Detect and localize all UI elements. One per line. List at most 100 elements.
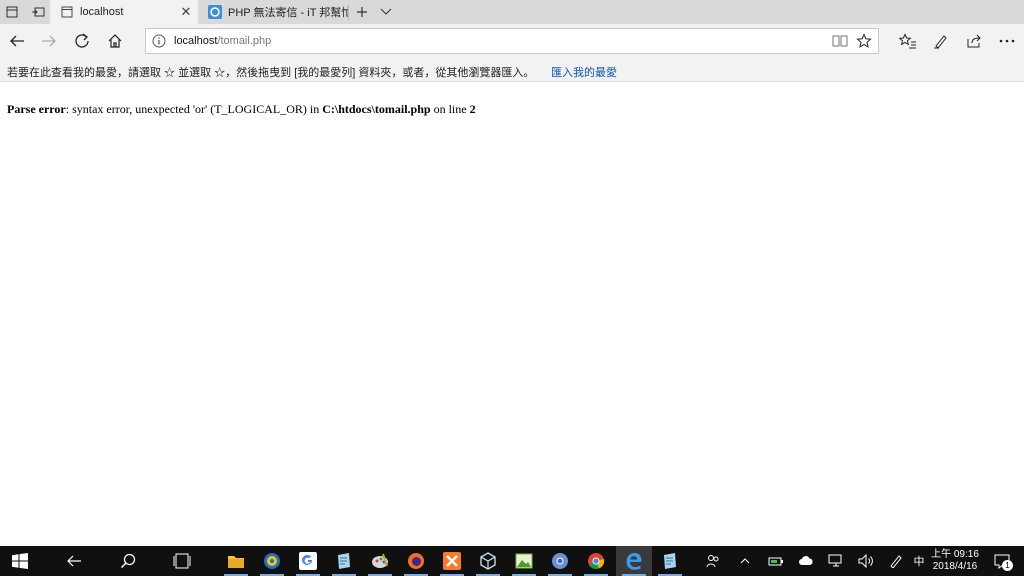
chrome-icon xyxy=(588,553,605,569)
cube-icon xyxy=(480,552,496,570)
address-url[interactable]: localhost/tomail.php xyxy=(174,35,271,47)
media-player-icon xyxy=(264,553,280,569)
action-center-button[interactable]: 1 xyxy=(990,546,1014,576)
chevron-up-icon xyxy=(740,558,750,564)
tabs-aside-icon xyxy=(6,6,18,18)
taskbar-xampp[interactable] xyxy=(434,546,470,576)
show-tabs-aside-button[interactable] xyxy=(26,0,50,24)
web-notes-button[interactable] xyxy=(924,24,958,58)
task-view-icon xyxy=(173,553,191,569)
taskbar-chrome[interactable] xyxy=(578,546,614,576)
favorites-bar: 若要在此查看我的最愛，請選取 ☆ 並選取 ☆，然後拖曳到 [我的最愛列] 資料夾… xyxy=(0,58,1024,82)
network-icon xyxy=(828,554,842,567)
taskbar-virtualbox[interactable] xyxy=(470,546,506,576)
task-view-button[interactable] xyxy=(164,546,200,576)
pen-icon xyxy=(890,555,902,568)
error-line-text: on line xyxy=(430,102,470,116)
cloud-icon xyxy=(799,556,813,565)
tab-ithome[interactable]: PHP 無法寄信 - iT 邦幫忙:: xyxy=(198,0,348,24)
clock-date: 2018/4/16 xyxy=(932,561,978,572)
volume-tray-icon[interactable] xyxy=(855,546,877,576)
page-icon xyxy=(60,5,74,19)
start-button[interactable] xyxy=(2,546,38,576)
favorites-list-icon xyxy=(899,33,916,49)
new-tab-button[interactable] xyxy=(350,0,374,24)
share-button[interactable] xyxy=(957,24,991,58)
tab-close-icon[interactable]: ✕ xyxy=(174,0,198,24)
folder-icon xyxy=(228,556,244,568)
reading-view-icon xyxy=(832,35,848,47)
star-icon xyxy=(856,33,872,48)
home-icon xyxy=(108,34,122,48)
navigation-bar: localhost/tomail.php xyxy=(0,24,1024,58)
chrome-icon xyxy=(552,553,568,569)
forward-button[interactable] xyxy=(32,24,66,58)
tab-title: PHP 無法寄信 - iT 邦幫忙:: xyxy=(228,7,348,19)
taskbar-file-explorer[interactable] xyxy=(218,546,254,576)
tab-localhost[interactable]: localhost ✕ xyxy=(50,0,198,24)
firefox-icon xyxy=(408,553,424,569)
taskbar-image-viewer[interactable] xyxy=(506,546,542,576)
speaker-icon xyxy=(858,554,873,568)
error-line-number: 2 xyxy=(469,102,476,116)
clock[interactable]: 上午 09:16 2018/4/16 xyxy=(926,549,984,573)
pen-icon xyxy=(934,35,947,49)
onedrive-tray-icon[interactable] xyxy=(795,546,817,576)
network-tray-icon[interactable] xyxy=(825,546,847,576)
tab-title: localhost xyxy=(80,6,124,18)
photo-icon xyxy=(515,553,533,569)
windows-logo-icon xyxy=(12,553,28,569)
notepad-icon xyxy=(664,553,676,569)
address-bar[interactable]: localhost/tomail.php xyxy=(145,28,879,54)
tab-preview-toggle[interactable] xyxy=(374,0,398,24)
refresh-icon xyxy=(75,33,89,48)
error-text: : syntax error, unexpected 'or' (T_LOGIC… xyxy=(65,102,323,116)
arrow-right-icon xyxy=(42,35,56,47)
paint-palette-icon xyxy=(372,553,388,568)
clock-time: 上午 09:16 xyxy=(931,549,979,560)
chevron-down-icon xyxy=(380,8,392,15)
battery-tray-icon[interactable] xyxy=(765,546,787,576)
battery-icon xyxy=(768,557,783,566)
back-button[interactable] xyxy=(0,24,34,58)
favorites-hub-button[interactable] xyxy=(891,24,925,58)
php-error-message: Parse error: syntax error, unexpected 'o… xyxy=(7,102,476,117)
taskbar-paint-app[interactable] xyxy=(362,546,398,576)
add-favorite-button[interactable] xyxy=(850,29,878,53)
xampp-icon xyxy=(443,552,461,570)
ellipsis-icon xyxy=(999,39,1015,43)
people-icon xyxy=(706,555,719,568)
search-button[interactable] xyxy=(110,546,146,576)
taskbar-notepad[interactable] xyxy=(326,546,362,576)
taskbar-back-button[interactable] xyxy=(56,546,92,576)
show-hidden-icons-button[interactable] xyxy=(735,546,755,576)
taskbar-notepad-2[interactable] xyxy=(652,546,688,576)
tab-strip: localhost ✕ PHP 無法寄信 - iT 邦幫忙:: xyxy=(0,0,1024,24)
home-button[interactable] xyxy=(98,24,132,58)
arrow-left-icon xyxy=(10,35,24,47)
error-file: C:\htdocs\tomail.php xyxy=(322,102,431,116)
taskbar-media-app[interactable] xyxy=(254,546,290,576)
ithome-favicon-icon xyxy=(208,5,222,19)
people-button[interactable] xyxy=(702,546,724,576)
taskbar: 中 上午 09:16 2018/4/16 1 xyxy=(0,546,1024,576)
notification-count-badge: 1 xyxy=(1002,560,1013,571)
set-aside-tabs-button[interactable] xyxy=(0,0,24,24)
page-content: Parse error: syntax error, unexpected 'o… xyxy=(0,82,1024,546)
arrow-left-icon xyxy=(67,555,81,567)
site-info-icon[interactable] xyxy=(152,34,166,53)
taskbar-edge[interactable] xyxy=(616,546,652,576)
tab-divider xyxy=(348,4,349,20)
search-icon xyxy=(120,553,136,569)
google-icon xyxy=(299,552,317,570)
taskbar-google-app[interactable] xyxy=(290,546,326,576)
taskbar-chrome-alt[interactable] xyxy=(542,546,578,576)
more-button[interactable] xyxy=(990,24,1024,58)
favorites-bar-hint: 若要在此查看我的最愛，請選取 ☆ 並選取 ☆，然後拖曳到 [我的最愛列] 資料夾… xyxy=(7,67,535,79)
pen-workspace-tray-icon[interactable] xyxy=(885,546,907,576)
import-favorites-link[interactable]: 匯入我的最愛 xyxy=(551,64,617,80)
url-host: localhost xyxy=(174,35,218,47)
notepad-icon xyxy=(338,553,350,569)
refresh-button[interactable] xyxy=(65,24,99,58)
taskbar-firefox[interactable] xyxy=(398,546,434,576)
